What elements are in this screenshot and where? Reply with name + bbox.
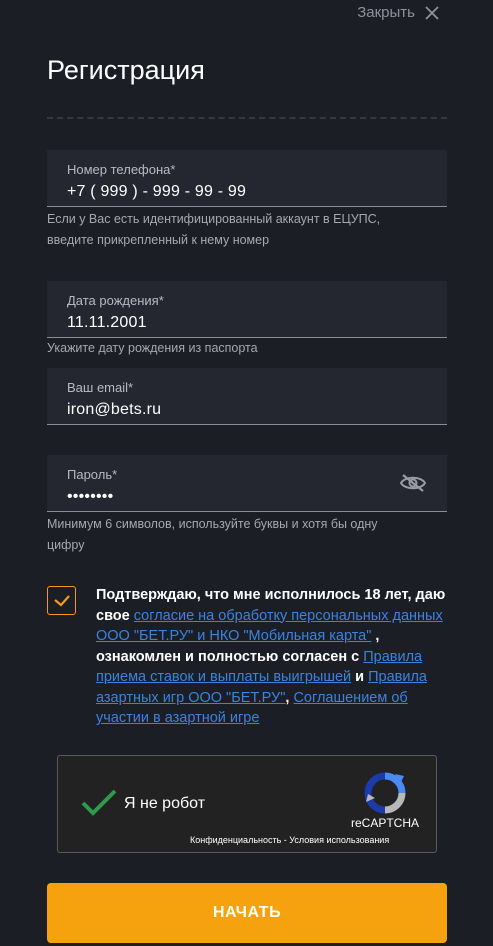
password-hint: Минимум 6 символов, используйте буквы и … bbox=[47, 514, 447, 556]
password-input[interactable]: •••••••• bbox=[67, 487, 427, 507]
phone-hint: Если у Вас есть идентифицированный аккау… bbox=[47, 209, 447, 251]
recaptcha-checkbox[interactable] bbox=[80, 788, 118, 818]
recaptcha-brand: reCAPTCHA bbox=[351, 816, 420, 830]
page-title: Регистрация bbox=[47, 55, 205, 85]
email-input[interactable]: iron@bets.ru bbox=[67, 400, 427, 420]
checkmark-icon bbox=[81, 789, 117, 816]
close-button[interactable]: Закрыть bbox=[357, 4, 415, 21]
close-icon[interactable] bbox=[425, 2, 445, 24]
recaptcha-terms-link[interactable]: Условия использования bbox=[289, 835, 389, 845]
birthdate-input[interactable]: 11.11.2001 bbox=[67, 313, 427, 333]
personal-data-consent-link[interactable]: согласие на обработку персональных данны… bbox=[96, 608, 443, 645]
password-hint-line2: цифру bbox=[47, 538, 85, 552]
birthdate-hint: Укажите дату рождения из паспорта bbox=[47, 341, 258, 355]
email-field[interactable]: Ваш email* iron@bets.ru bbox=[47, 368, 447, 425]
recaptcha-privacy-link[interactable]: Конфиденциальность bbox=[190, 835, 281, 845]
birthdate-label: Дата рождения* bbox=[67, 293, 164, 308]
recaptcha-logo-icon bbox=[362, 770, 408, 816]
password-field[interactable]: Пароль* •••••••• bbox=[47, 455, 447, 512]
recaptcha-label: Я не робот bbox=[124, 795, 206, 812]
recaptcha-links: Конфиденциальность - Условия использован… bbox=[190, 835, 389, 845]
eye-off-icon[interactable] bbox=[399, 473, 427, 493]
start-button[interactable]: НАЧАТЬ bbox=[47, 883, 447, 943]
phone-field[interactable]: Номер телефона* +7 ( 999 ) - 999 - 99 - … bbox=[47, 150, 447, 207]
consent-text: Подтверждаю, что мне исполнилось 18 лет,… bbox=[96, 585, 448, 729]
phone-input[interactable]: +7 ( 999 ) - 999 - 99 - 99 bbox=[67, 182, 427, 202]
password-label: Пароль* bbox=[67, 467, 118, 482]
divider bbox=[47, 117, 447, 119]
email-label: Ваш email* bbox=[67, 380, 134, 395]
phone-label: Номер телефона* bbox=[67, 162, 176, 177]
phone-hint-line2: введите прикрепленный к нему номер bbox=[47, 233, 270, 247]
checkmark-icon bbox=[53, 594, 70, 607]
phone-hint-line1: Если у Вас есть идентифицированный аккау… bbox=[47, 212, 381, 226]
password-hint-line1: Минимум 6 символов, используйте буквы и … bbox=[47, 517, 378, 531]
consent-text-3: и bbox=[351, 669, 369, 685]
recaptcha-widget: Я не робот reCAPTCHA Конфиденциальность … bbox=[57, 755, 437, 853]
consent-checkbox[interactable] bbox=[47, 586, 76, 615]
close-label: Закрыть bbox=[357, 4, 415, 21]
birthdate-field[interactable]: Дата рождения* 11.11.2001 bbox=[47, 281, 447, 338]
